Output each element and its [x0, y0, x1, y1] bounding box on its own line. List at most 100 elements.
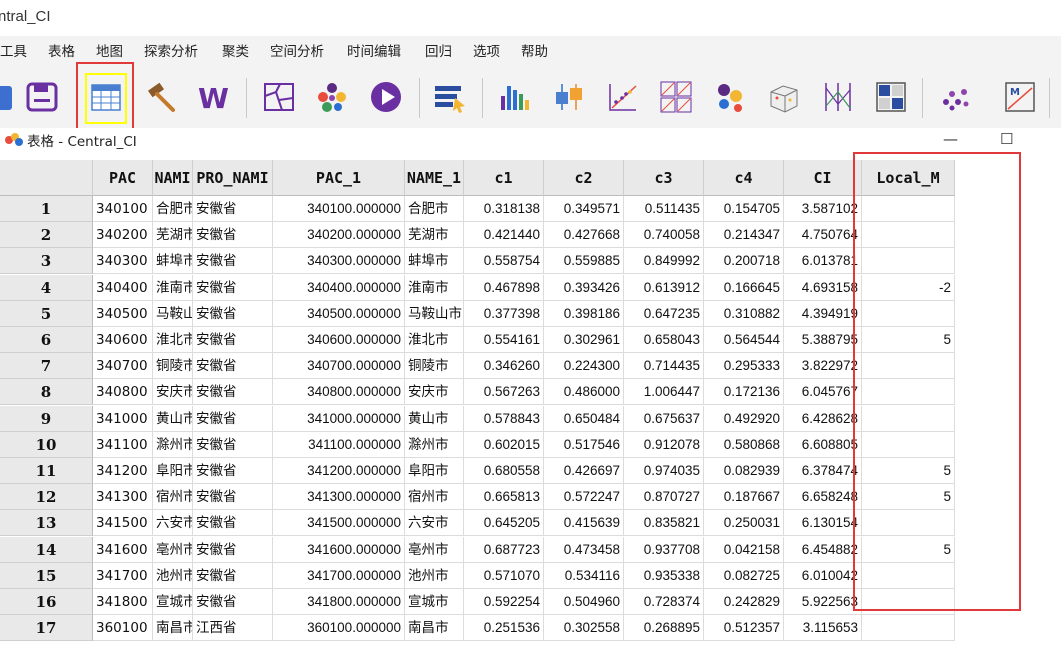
cell-c3[interactable]: 0.912078: [624, 431, 704, 458]
table-row[interactable]: 2 340200 芜湖市 安徽省 340200.000000 芜湖市 0.421440 0.4…: [0, 222, 955, 249]
cell-c2[interactable]: 0.224300: [544, 353, 624, 380]
col-header-c4[interactable]: c4: [704, 160, 784, 196]
cell-c2[interactable]: 0.650484: [544, 405, 624, 432]
cell-pac[interactable]: 340700: [93, 353, 153, 380]
cell-pac[interactable]: 340500: [93, 300, 153, 327]
menu-cluster[interactable]: 聚类: [222, 40, 249, 60]
save-icon[interactable]: [25, 80, 59, 114]
cell-pro-name[interactable]: 安徽省: [193, 379, 273, 406]
row-number[interactable]: 15: [0, 562, 93, 589]
scatter-matrix-icon[interactable]: [659, 80, 693, 114]
cell-name[interactable]: 宿州市: [153, 484, 193, 511]
cell-c1[interactable]: 0.645205: [464, 510, 544, 537]
cell-pac[interactable]: 341200: [93, 458, 153, 484]
cell-pro-name[interactable]: 安徽省: [193, 327, 273, 353]
table-row[interactable]: 1 340100 合肥市 安徽省 340100.000000 合肥市 0.318138 0.3…: [0, 196, 955, 222]
cell-c3[interactable]: 0.728374: [624, 589, 704, 615]
moran-icon[interactable]: M: [1003, 80, 1037, 114]
cell-pro-name[interactable]: 安徽省: [193, 458, 273, 484]
cell-c3[interactable]: 0.849992: [624, 248, 704, 275]
row-number[interactable]: 16: [0, 589, 93, 615]
cell-pac-1[interactable]: 341800.000000: [273, 589, 405, 615]
cell-pac-1[interactable]: 360100.000000: [273, 615, 405, 642]
cell-c4[interactable]: 0.200718: [704, 248, 784, 275]
menu-options[interactable]: 选项: [473, 40, 500, 60]
cell-name-1[interactable]: 宣城市: [405, 589, 464, 615]
cell-ci[interactable]: 3.587102: [784, 196, 862, 222]
cell-c2[interactable]: 0.302961: [544, 327, 624, 353]
menu-table[interactable]: 表格: [48, 40, 75, 60]
map-icon[interactable]: [262, 80, 296, 114]
cell-ci[interactable]: 6.010042: [784, 562, 862, 589]
col-header-c3[interactable]: c3: [624, 160, 704, 196]
cell-c4[interactable]: 0.166645: [704, 274, 784, 301]
cell-c1[interactable]: 0.377398: [464, 300, 544, 327]
cell-name-1[interactable]: 阜阳市: [405, 458, 464, 484]
table-row[interactable]: 16 341800 宣城市 安徽省 341800.000000 宣城市 0.592254 0.…: [0, 589, 955, 615]
cell-c4[interactable]: 0.042158: [704, 536, 784, 563]
cell-pro-name[interactable]: 安徽省: [193, 300, 273, 327]
cell-c1[interactable]: 0.251536: [464, 615, 544, 642]
3d-scatter-icon[interactable]: [767, 80, 801, 114]
cell-pac-1[interactable]: 341300.000000: [273, 484, 405, 511]
cell-name[interactable]: 马鞍山市: [153, 300, 193, 327]
cell-c4[interactable]: 0.082939: [704, 458, 784, 484]
table-row[interactable]: 15 341700 池州市 安徽省 341700.000000 池州市 0.571070 0.…: [0, 562, 955, 589]
cell-pac-1[interactable]: 340700.000000: [273, 353, 405, 380]
cell-c3[interactable]: 0.835821: [624, 510, 704, 537]
cell-c4[interactable]: 0.512357: [704, 615, 784, 642]
cell-c4[interactable]: 0.242829: [704, 589, 784, 615]
cell-c1[interactable]: 0.571070: [464, 562, 544, 589]
open-icon[interactable]: [0, 80, 18, 114]
table-row[interactable]: 9 341000 黄山市 安徽省 341000.000000 黄山市 0.578843 0.6…: [0, 405, 955, 432]
cell-c2[interactable]: 0.534116: [544, 562, 624, 589]
table-row[interactable]: 14 341600 亳州市 安徽省 341600.000000 亳州市 0.687723 0.…: [0, 536, 955, 563]
cell-pro-name[interactable]: 江西省: [193, 615, 273, 642]
cell-c1[interactable]: 0.602015: [464, 431, 544, 458]
cell-pac[interactable]: 340800: [93, 379, 153, 406]
cell-c2[interactable]: 0.504960: [544, 589, 624, 615]
cell-c4[interactable]: 0.214347: [704, 222, 784, 249]
cell-name-1[interactable]: 池州市: [405, 562, 464, 589]
conditional-plot-icon[interactable]: [874, 80, 908, 114]
cell-pro-name[interactable]: 安徽省: [193, 589, 273, 615]
table-row[interactable]: 13 341500 六安市 安徽省 341500.000000 六安市 0.645205 0.…: [0, 510, 955, 537]
cell-c2[interactable]: 0.398186: [544, 300, 624, 327]
cell-pac[interactable]: 340100: [93, 196, 153, 222]
cell-pac[interactable]: 341300: [93, 484, 153, 511]
cell-name-1[interactable]: 南昌市: [405, 615, 464, 642]
cell-c2[interactable]: 0.426697: [544, 458, 624, 484]
menu-explore[interactable]: 探索分析: [144, 40, 198, 60]
cell-ci[interactable]: 6.130154: [784, 510, 862, 537]
table-row[interactable]: 3 340300 蚌埠市 安徽省 340300.000000 蚌埠市 0.558754 0.5…: [0, 248, 955, 275]
col-header-ci[interactable]: CI: [784, 160, 862, 196]
cell-name[interactable]: 亳州市: [153, 536, 193, 563]
table-row[interactable]: 5340500马鞍山市安徽省340500.000000马鞍山市0.3773980…: [0, 300, 955, 327]
col-header-name-1[interactable]: NAME_1: [405, 160, 464, 196]
cell-pac[interactable]: 340200: [93, 222, 153, 249]
cell-c4[interactable]: 0.310882: [704, 300, 784, 327]
menu-time[interactable]: 时间编辑: [347, 40, 401, 60]
hammer-icon[interactable]: [145, 80, 179, 114]
cell-c1[interactable]: 0.421440: [464, 222, 544, 249]
cell-c1[interactable]: 0.665813: [464, 484, 544, 511]
table-row[interactable]: 11 341200 阜阳市 安徽省 341200.000000 阜阳市 0.680558 0.…: [0, 458, 955, 484]
cell-name[interactable]: 安庆市: [153, 379, 193, 406]
row-number[interactable]: 6: [0, 327, 93, 353]
row-number[interactable]: 13: [0, 510, 93, 537]
cell-ci[interactable]: 6.454882: [784, 536, 862, 563]
col-header-name[interactable]: NAMI: [153, 160, 193, 196]
cell-ci[interactable]: 4.750764: [784, 222, 862, 249]
cell-name-1[interactable]: 铜陵市: [405, 353, 464, 380]
cell-pro-name[interactable]: 安徽省: [193, 405, 273, 432]
cell-c3[interactable]: 0.937708: [624, 536, 704, 563]
cell-name-1[interactable]: 马鞍山市: [405, 300, 464, 327]
cell-name[interactable]: 芜湖市: [153, 222, 193, 249]
cell-pro-name[interactable]: 安徽省: [193, 196, 273, 222]
cell-ci[interactable]: 6.428628: [784, 405, 862, 432]
cluster-dots-icon[interactable]: [938, 80, 972, 114]
scatter-icon[interactable]: [606, 80, 640, 114]
table-row[interactable]: 17 360100 南昌市 江西省 360100.000000 南昌市 0.251536 0.…: [0, 615, 955, 642]
cell-ci[interactable]: 6.608805: [784, 431, 862, 458]
cell-c3[interactable]: 0.268895: [624, 615, 704, 642]
